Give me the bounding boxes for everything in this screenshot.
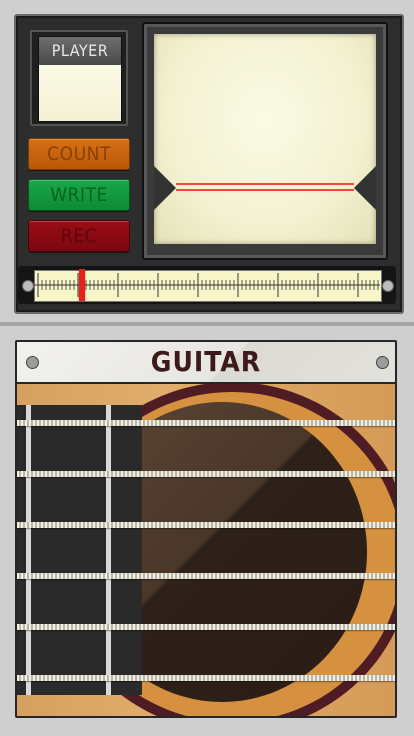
player-panel[interactable]: PLAYER <box>30 30 128 126</box>
player-label: PLAYER <box>39 37 121 65</box>
tuner-needle[interactable] <box>78 269 85 301</box>
screw-icon <box>26 356 39 369</box>
left-pointer-icon <box>154 166 176 210</box>
screw-icon <box>22 280 34 292</box>
rec-button[interactable]: REC <box>28 220 130 252</box>
screw-icon <box>376 356 389 369</box>
screw-icon <box>382 280 394 292</box>
tuner-ticks <box>34 273 380 297</box>
player-display: PLAYER <box>38 36 122 122</box>
meter-line <box>176 189 354 191</box>
guitar-string-1[interactable] <box>17 420 395 426</box>
guitar-string-2[interactable] <box>17 471 395 477</box>
fretboard <box>17 405 142 695</box>
fret <box>26 405 31 695</box>
guitar-string-5[interactable] <box>17 624 395 630</box>
count-button[interactable]: COUNT <box>28 138 130 170</box>
meter-screen <box>154 34 376 244</box>
guitar-string-4[interactable] <box>17 573 395 579</box>
meter-pointers <box>154 166 376 210</box>
fret <box>106 405 111 695</box>
right-pointer-icon <box>354 166 376 210</box>
guitar-title: GUITAR <box>150 345 262 378</box>
guitar-string-3[interactable] <box>17 522 395 528</box>
meter-line <box>176 183 354 185</box>
guitar-string-6[interactable] <box>17 675 395 681</box>
write-button[interactable]: WRITE <box>28 179 130 211</box>
